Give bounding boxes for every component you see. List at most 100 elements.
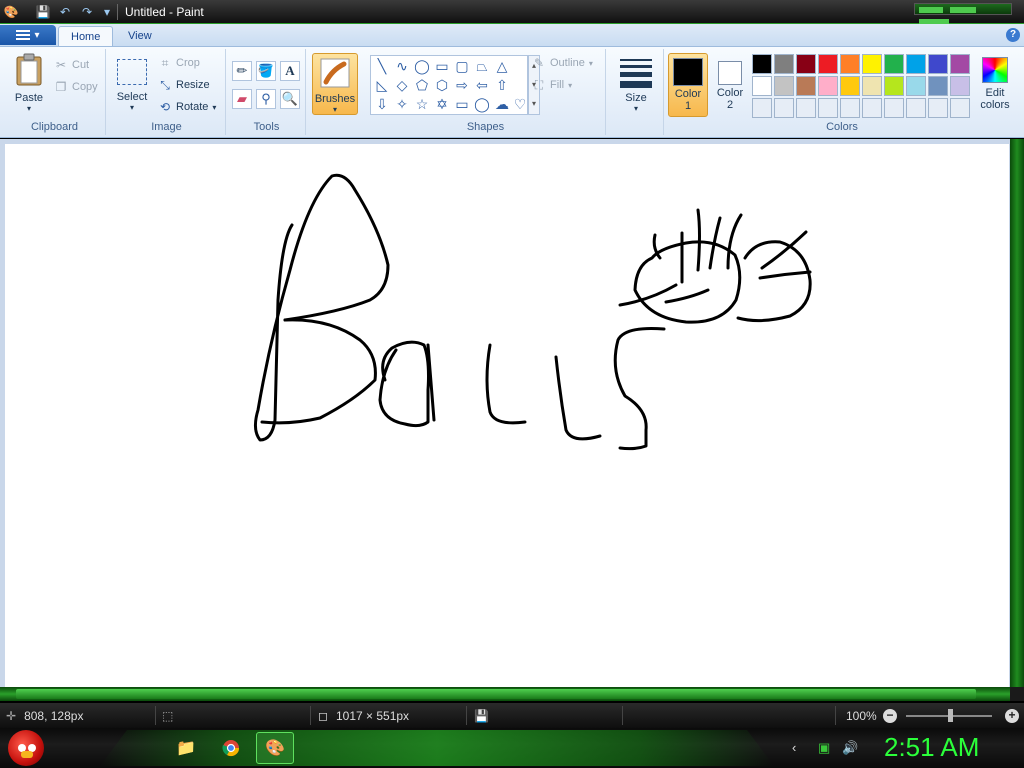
show-hidden-icons-icon[interactable]: ‹ bbox=[792, 740, 796, 755]
status-separator bbox=[835, 706, 836, 725]
up-arrow-shape-icon[interactable]: ⇧ bbox=[493, 76, 511, 94]
redo-icon[interactable]: ↷ bbox=[78, 3, 96, 20]
color1-button[interactable]: Color 1 bbox=[668, 53, 708, 117]
edit-colors-button[interactable]: Edit colors bbox=[978, 57, 1012, 111]
five-point-star-shape-icon[interactable]: ☆ bbox=[413, 95, 431, 113]
palette-swatch[interactable] bbox=[928, 76, 948, 96]
palette-swatch[interactable] bbox=[752, 76, 772, 96]
color-picker-icon[interactable]: ⚲ bbox=[256, 89, 276, 109]
palette-swatch[interactable] bbox=[774, 76, 794, 96]
brushes-button[interactable]: Brushes ▾ bbox=[312, 53, 358, 115]
fill-icon[interactable]: 🪣 bbox=[256, 61, 276, 81]
customize-quick-access-icon[interactable]: ▾ bbox=[98, 3, 116, 20]
palette-swatch[interactable] bbox=[906, 98, 926, 118]
resize-button[interactable]: ⤡ Resize bbox=[158, 75, 209, 95]
palette-swatch[interactable] bbox=[928, 54, 948, 74]
drawing-canvas[interactable] bbox=[5, 144, 1009, 687]
palette-swatch[interactable] bbox=[840, 76, 860, 96]
palette-swatch[interactable] bbox=[818, 76, 838, 96]
save-icon[interactable]: 💾 bbox=[34, 3, 52, 20]
application-menu-button[interactable]: ▾ bbox=[0, 25, 56, 45]
zoom-out-button[interactable]: − bbox=[883, 709, 897, 723]
magnifier-icon[interactable]: 🔍 bbox=[280, 89, 300, 109]
palette-swatch[interactable] bbox=[774, 98, 794, 118]
chrome-icon[interactable] bbox=[219, 736, 243, 760]
fill-button[interactable]: ⛶ Fill ▾ bbox=[532, 75, 572, 95]
tab-view[interactable]: View bbox=[116, 26, 164, 46]
polygon-shape-icon[interactable]: ⏢ bbox=[473, 57, 491, 75]
palette-swatch[interactable] bbox=[796, 76, 816, 96]
horizontal-scrollbar[interactable] bbox=[0, 687, 1010, 701]
paint-app-icon[interactable]: 🎨 bbox=[2, 3, 20, 20]
heart-shape-icon[interactable]: ♡ bbox=[511, 95, 529, 113]
rect-callout-shape-icon[interactable]: ▭ bbox=[453, 95, 471, 113]
tab-home[interactable]: Home bbox=[58, 26, 114, 46]
copy-button[interactable]: ❐ Copy bbox=[54, 77, 98, 97]
line-shape-icon[interactable]: ╲ bbox=[373, 57, 391, 75]
palette-swatch[interactable] bbox=[950, 98, 970, 118]
oval-shape-icon[interactable]: ◯ bbox=[413, 57, 431, 75]
zoom-slider-thumb[interactable] bbox=[948, 709, 953, 722]
text-icon[interactable]: A bbox=[280, 61, 300, 81]
palette-swatch[interactable] bbox=[950, 76, 970, 96]
rounded-rectangle-shape-icon[interactable]: ▢ bbox=[453, 57, 471, 75]
horizontal-scroll-thumb[interactable] bbox=[16, 689, 976, 699]
palette-swatch[interactable] bbox=[950, 54, 970, 74]
stroke-ball-right bbox=[736, 240, 812, 323]
minimize-button[interactable] bbox=[919, 7, 943, 13]
zoom-in-button[interactable]: + bbox=[1005, 709, 1019, 723]
vertical-scrollbar[interactable] bbox=[1010, 139, 1024, 687]
undo-icon[interactable]: ↶ bbox=[56, 3, 74, 20]
palette-swatch[interactable] bbox=[884, 98, 904, 118]
palette-swatch[interactable] bbox=[752, 54, 772, 74]
palette-swatch[interactable] bbox=[928, 98, 948, 118]
network-icon[interactable]: ▣ bbox=[818, 740, 830, 756]
hexagon-shape-icon[interactable]: ⬡ bbox=[433, 76, 451, 94]
palette-swatch[interactable] bbox=[796, 98, 816, 118]
palette-swatch[interactable] bbox=[906, 54, 926, 74]
cloud-callout-shape-icon[interactable]: ☁ bbox=[493, 95, 511, 113]
palette-swatch[interactable] bbox=[862, 76, 882, 96]
right-triangle-shape-icon[interactable]: ◺ bbox=[373, 76, 391, 94]
volume-icon[interactable]: 🔊 bbox=[842, 740, 858, 756]
color2-button[interactable]: Color 2 bbox=[710, 53, 750, 117]
crop-button[interactable]: ⌗ Crop bbox=[158, 53, 200, 73]
palette-swatch[interactable] bbox=[884, 54, 904, 74]
diamond-shape-icon[interactable]: ◇ bbox=[393, 76, 411, 94]
help-icon[interactable]: ? bbox=[1006, 28, 1020, 42]
start-button[interactable] bbox=[8, 730, 44, 766]
explorer-folder-icon[interactable]: 📁 bbox=[174, 736, 198, 760]
rectangle-shape-icon[interactable]: ▭ bbox=[433, 57, 451, 75]
pencil-icon[interactable]: ✏ bbox=[232, 61, 252, 81]
select-button[interactable]: Select ▾ bbox=[112, 53, 152, 112]
palette-swatch[interactable] bbox=[862, 98, 882, 118]
outline-button[interactable]: ✎ Outline ▾ bbox=[532, 53, 593, 73]
size-button[interactable]: Size ▾ bbox=[614, 53, 658, 113]
window-controls[interactable] bbox=[914, 3, 1012, 25]
cut-button[interactable]: ✂ Cut bbox=[54, 55, 89, 75]
left-arrow-shape-icon[interactable]: ⇦ bbox=[473, 76, 491, 94]
four-point-star-shape-icon[interactable]: ✧ bbox=[393, 95, 411, 113]
six-point-star-shape-icon[interactable]: ✡ bbox=[433, 95, 451, 113]
palette-swatch[interactable] bbox=[840, 54, 860, 74]
rotate-button[interactable]: ⟲ Rotate ▾ bbox=[158, 97, 216, 117]
palette-swatch[interactable] bbox=[906, 76, 926, 96]
palette-swatch[interactable] bbox=[752, 98, 772, 118]
maximize-button[interactable] bbox=[950, 7, 977, 13]
palette-swatch[interactable] bbox=[774, 54, 794, 74]
clock[interactable]: 2:51 AM bbox=[884, 732, 979, 763]
pentagon-shape-icon[interactable]: ⬠ bbox=[413, 76, 431, 94]
paste-button[interactable]: Paste ▾ bbox=[8, 53, 50, 113]
palette-swatch[interactable] bbox=[884, 76, 904, 96]
palette-swatch[interactable] bbox=[796, 54, 816, 74]
right-arrow-shape-icon[interactable]: ⇨ bbox=[453, 76, 471, 94]
oval-callout-shape-icon[interactable]: ◯ bbox=[473, 95, 491, 113]
palette-swatch[interactable] bbox=[818, 98, 838, 118]
down-arrow-shape-icon[interactable]: ⇩ bbox=[373, 95, 391, 113]
palette-swatch[interactable] bbox=[818, 54, 838, 74]
eraser-icon[interactable]: ▰ bbox=[232, 89, 252, 109]
palette-swatch[interactable] bbox=[862, 54, 882, 74]
curve-shape-icon[interactable]: ∿ bbox=[393, 57, 411, 75]
triangle-shape-icon[interactable]: △ bbox=[493, 57, 511, 75]
palette-swatch[interactable] bbox=[840, 98, 860, 118]
